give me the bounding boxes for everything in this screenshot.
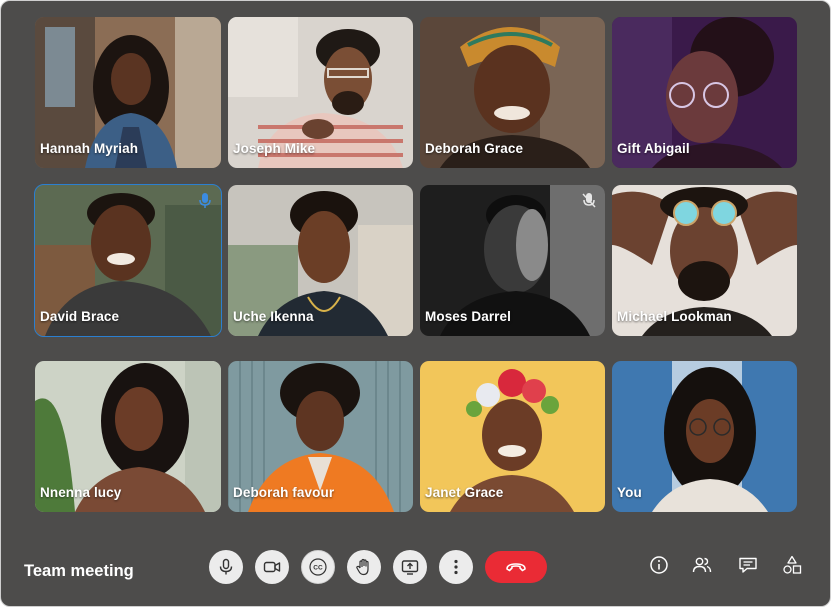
- mic-on-icon: [198, 193, 212, 209]
- end-call-icon: [506, 563, 526, 572]
- raise-hand-icon: [356, 558, 369, 576]
- participant-tile-gift-abigail[interactable]: Gift Abigail: [612, 17, 797, 168]
- share-screen-button[interactable]: [393, 550, 427, 584]
- participant-name: You: [617, 485, 642, 500]
- participant-tile-joseph-mike[interactable]: Joseph Mike: [228, 17, 413, 168]
- participant-name: David Brace: [40, 309, 120, 324]
- participant-name: Hannah Myriah: [40, 141, 139, 156]
- raise-hand-button[interactable]: [347, 550, 381, 584]
- participants-button[interactable]: [691, 554, 713, 576]
- microphone-icon: [219, 558, 233, 575]
- participant-tile-hannah-myriah[interactable]: Hannah Myriah: [35, 17, 221, 168]
- participant-name: Joseph Mike: [233, 141, 316, 156]
- participant-tile-you[interactable]: You: [612, 361, 797, 512]
- participant-tile-nnenna-lucy[interactable]: Nnenna lucy: [35, 361, 221, 512]
- participant-tile-michael-lookman[interactable]: Michael Lookman: [612, 185, 797, 336]
- more-options-icon: [454, 559, 458, 575]
- participant-name: Nnenna lucy: [40, 485, 122, 500]
- participant-tile-uche-ikenna[interactable]: Uche Ikenna: [228, 185, 413, 336]
- participant-name: Gift Abigail: [617, 141, 690, 156]
- screen-share-icon: [401, 560, 419, 575]
- info-icon: [650, 556, 668, 574]
- meeting-title: Team meeting: [24, 562, 134, 580]
- participant-tile-janet-grace[interactable]: Janet Grace: [420, 361, 605, 512]
- chat-icon: [739, 557, 757, 573]
- participant-tile-deborah-grace[interactable]: Deborah Grace: [420, 17, 605, 168]
- participants-icon: [692, 557, 712, 573]
- chat-button[interactable]: [737, 554, 759, 576]
- video-button[interactable]: [255, 550, 289, 584]
- participant-name: Uche Ikenna: [233, 309, 314, 324]
- activities-icon: [783, 555, 802, 574]
- participant-name: Deborah Grace: [425, 141, 524, 156]
- activities-button[interactable]: [781, 554, 803, 576]
- participant-tile-david-brace[interactable]: David Brace: [34, 184, 222, 337]
- participant-name: Deborah favour: [233, 485, 335, 500]
- more-options-button[interactable]: [439, 550, 473, 584]
- participant-name: Moses Darrel: [425, 309, 511, 324]
- participant-tile-deborah-favour[interactable]: Deborah favour: [228, 361, 413, 512]
- closed-captions-icon: CC: [309, 558, 327, 576]
- participant-name: Janet Grace: [425, 485, 504, 500]
- participant-name: Michael Lookman: [617, 309, 732, 324]
- svg-text:CC: CC: [313, 565, 323, 572]
- microphone-button[interactable]: [209, 550, 243, 584]
- end-call-button[interactable]: [485, 551, 547, 583]
- meeting-window: Hannah Myriah Joseph Mike Deborah Grace: [0, 0, 831, 607]
- participant-tile-moses-darrel[interactable]: Moses Darrel: [420, 185, 605, 336]
- info-button[interactable]: [648, 554, 670, 576]
- mic-muted-icon: [582, 193, 596, 209]
- video-camera-icon: [263, 561, 281, 573]
- closed-captions-button[interactable]: CC: [301, 550, 335, 584]
